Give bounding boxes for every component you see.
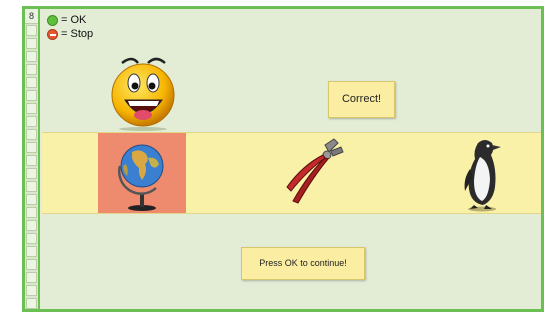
legend-stop: = Stop bbox=[47, 27, 93, 41]
progress-cell bbox=[26, 194, 37, 205]
ok-key-icon bbox=[47, 14, 58, 26]
progress-cell bbox=[26, 38, 37, 49]
progress-cell bbox=[26, 155, 37, 166]
response-key-legend: = OK = Stop bbox=[47, 13, 93, 41]
progress-cell bbox=[26, 129, 37, 140]
progress-cell bbox=[26, 25, 37, 36]
progress-cell bbox=[26, 207, 37, 218]
task-window: 8 = OK = Stop Correct! Press OK to conti… bbox=[22, 6, 544, 312]
choice-penguin[interactable] bbox=[438, 133, 526, 213]
legend-ok-label: = OK bbox=[61, 14, 87, 26]
progress-cell bbox=[26, 272, 37, 283]
choice-strip bbox=[42, 132, 541, 214]
legend-ok: = OK bbox=[47, 13, 93, 27]
progress-cell bbox=[26, 103, 37, 114]
progress-cell bbox=[26, 77, 37, 88]
progress-cell bbox=[26, 116, 37, 127]
smiley-face-icon bbox=[111, 57, 175, 131]
choice-pliers[interactable] bbox=[270, 133, 358, 213]
progress-cell bbox=[26, 259, 37, 270]
progress-cell bbox=[26, 168, 37, 179]
globe-icon bbox=[118, 144, 164, 211]
penguin-icon bbox=[464, 140, 501, 212]
choice-globe[interactable] bbox=[98, 133, 186, 213]
pliers-icon bbox=[286, 138, 344, 204]
progress-cell bbox=[26, 90, 37, 101]
progress-cell bbox=[26, 51, 37, 62]
progress-cell bbox=[26, 220, 37, 231]
trial-progress-column: 8 bbox=[25, 9, 40, 309]
progress-cell bbox=[26, 246, 37, 257]
continue-prompt: Press OK to continue! bbox=[241, 247, 365, 280]
progress-cell bbox=[26, 64, 37, 75]
legend-stop-label: = Stop bbox=[61, 28, 94, 40]
progress-cell bbox=[26, 233, 37, 244]
trial-number: 8 bbox=[25, 9, 38, 24]
progress-cell bbox=[26, 142, 37, 153]
feedback-message: Correct! bbox=[328, 81, 395, 118]
progress-cell bbox=[26, 298, 37, 309]
progress-cell bbox=[26, 181, 37, 192]
progress-cells bbox=[26, 25, 37, 311]
stop-key-icon bbox=[47, 28, 58, 40]
progress-cell bbox=[26, 285, 37, 296]
